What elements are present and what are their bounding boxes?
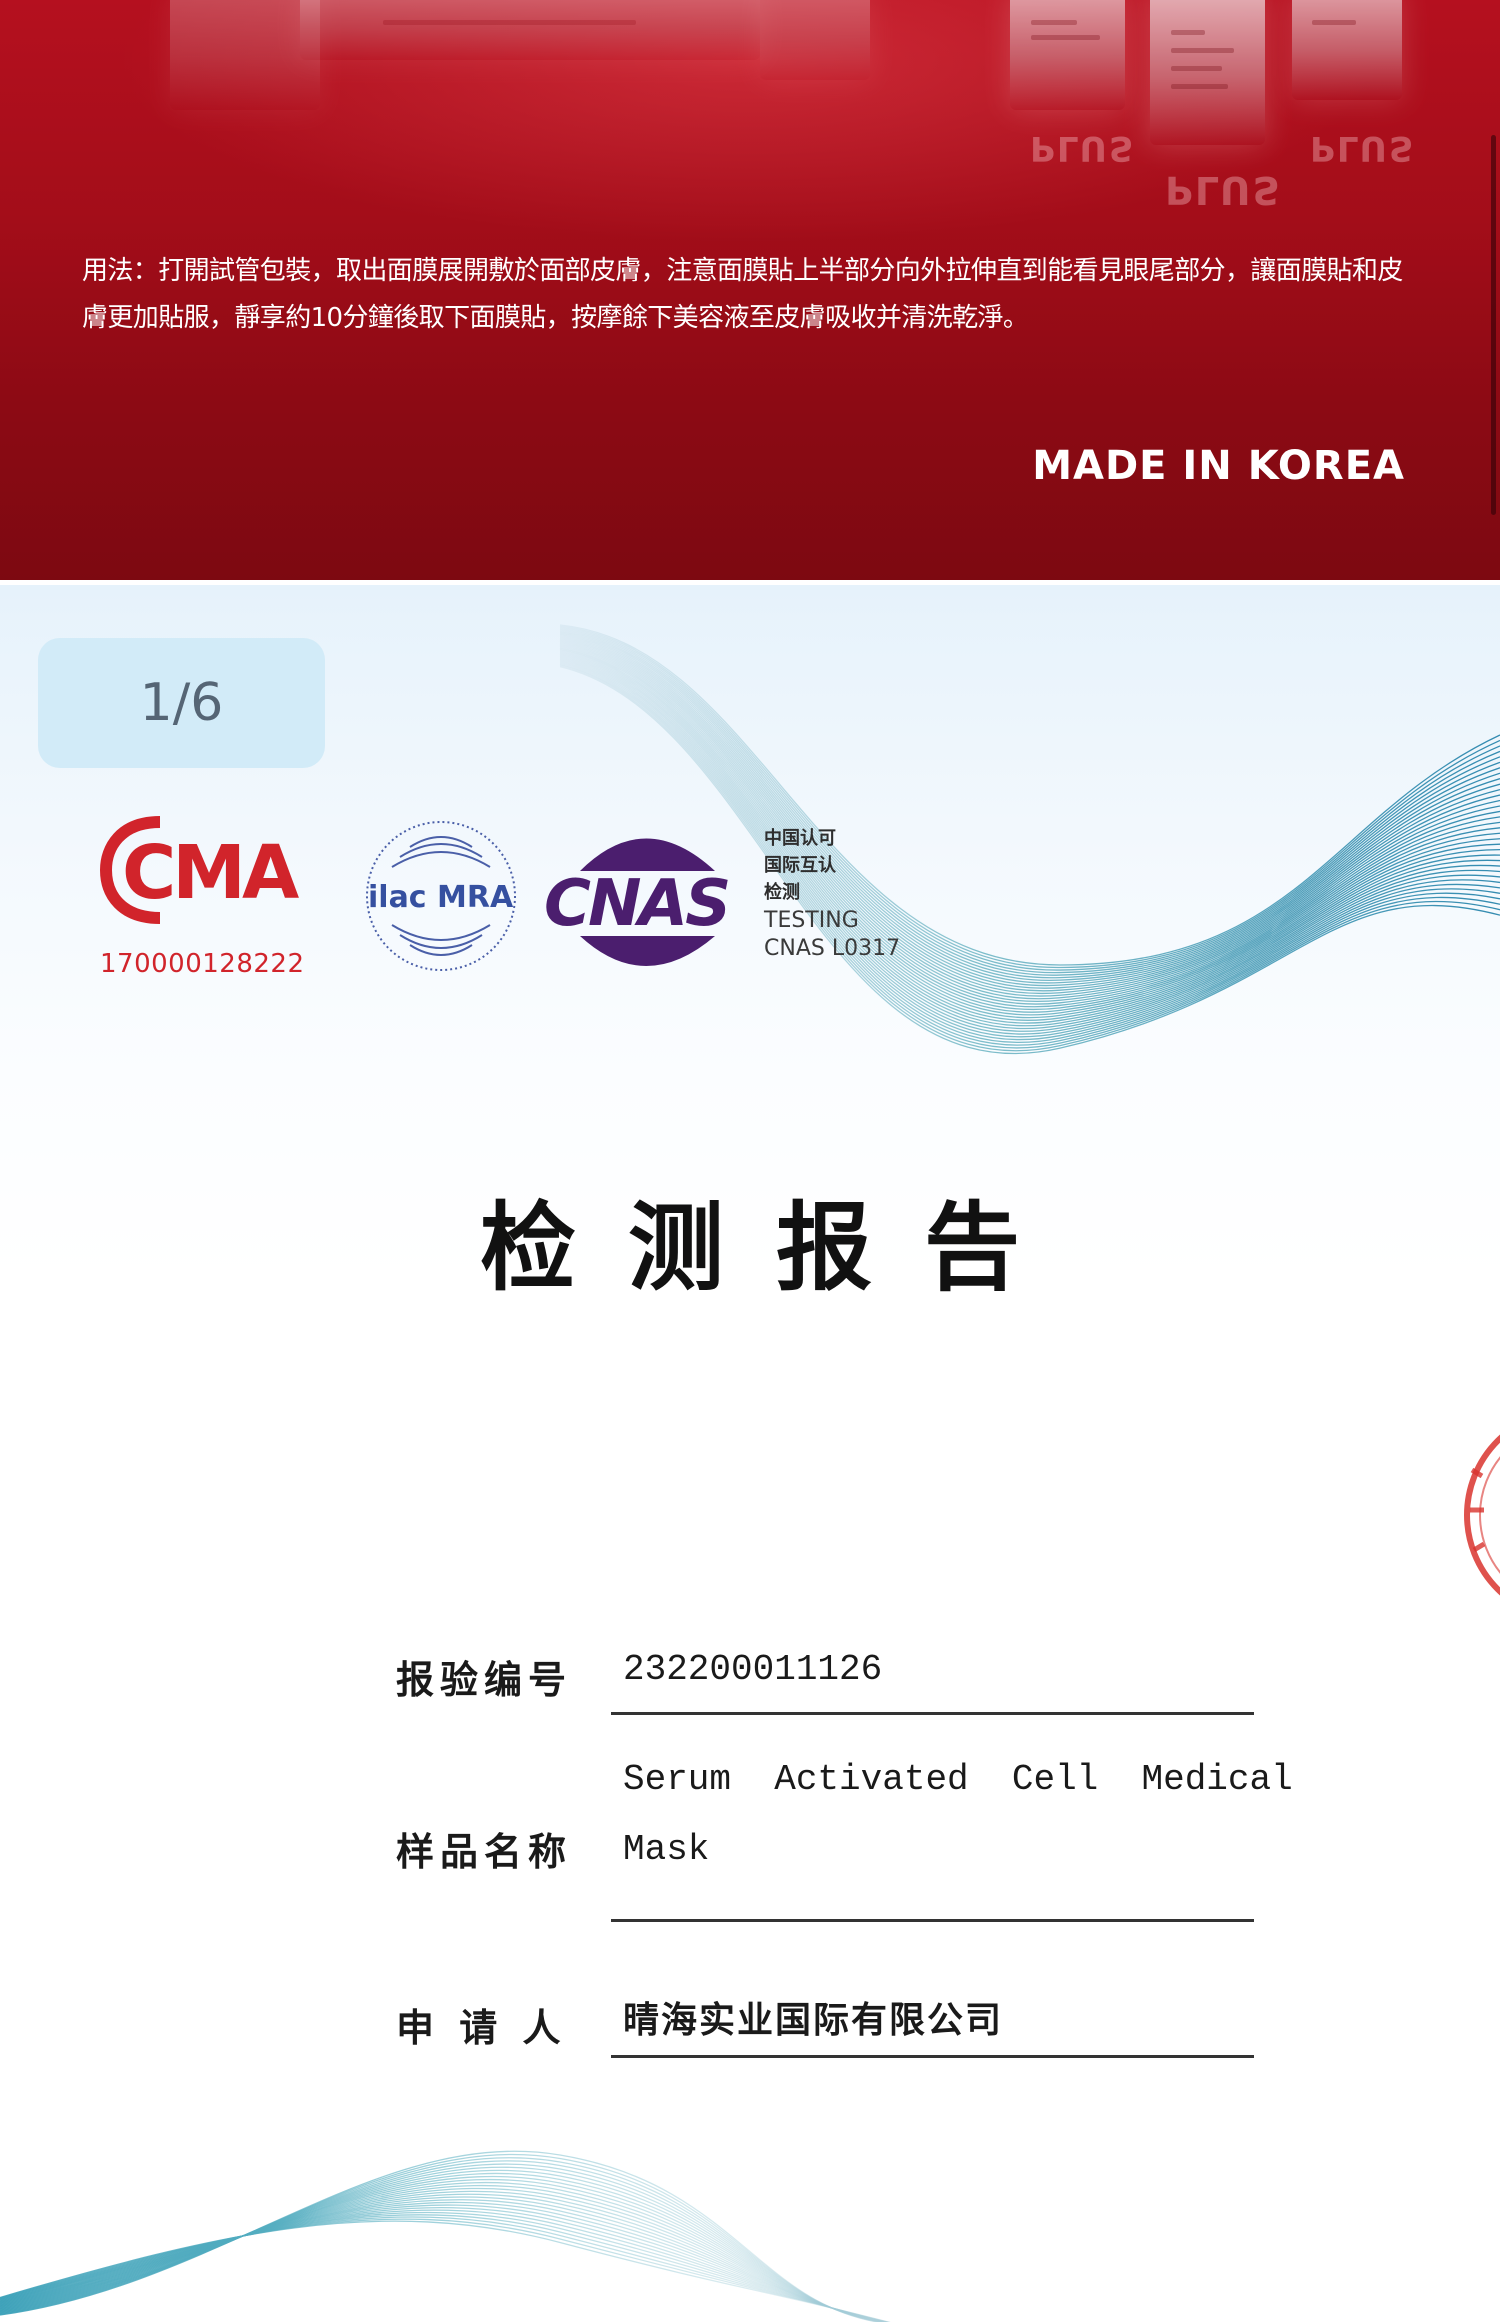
field-value-report-number: 232200011126: [623, 1649, 883, 1690]
product-box-image: [760, 0, 870, 80]
cnas-mark: CNAS: [544, 867, 728, 941]
report-title: 检测报告: [480, 1191, 1072, 1304]
wave-line: [0, 2184, 887, 2322]
wave-line: [0, 2182, 887, 2322]
product-reflection-text: PLUS: [1310, 128, 1416, 168]
field-value-applicant: 晴海实业国际有限公司: [623, 1999, 1004, 2041]
ilac-mark: ilac MRA: [368, 880, 514, 915]
cnas-logo-icon: CNAS: [544, 838, 731, 966]
field-underline: [611, 1712, 1254, 1715]
wave-line: [0, 2157, 882, 2322]
field-underline: [611, 1919, 1254, 1922]
seal-stamp-icon: [1464, 1434, 1500, 1596]
cnas-caption-line: 国际互认: [764, 855, 836, 876]
field-value-sample-name: Serum Activated Cell Medical Mask: [623, 1745, 1293, 1885]
wave-line: [0, 2163, 884, 2322]
wave-line: [0, 2160, 883, 2322]
wave-line: [0, 2166, 884, 2322]
cma-number: 170000128222: [100, 949, 305, 979]
cnas-caption-line: 检测: [764, 882, 800, 903]
sample-name-line: Mask: [623, 1829, 710, 1870]
cnas-chinese-caption: 中国认可 国际互认 检测: [764, 825, 836, 906]
field-underline: [611, 2055, 1254, 2058]
product-reflection-text: PLUS: [1165, 168, 1282, 212]
wave-line: [0, 2178, 886, 2322]
made-in-label: MADE IN KOREA: [1032, 443, 1405, 489]
usage-instructions: 用法：打開試管包裝，取出面膜展開敷於面部皮膚，注意面膜貼上半部分向外拉伸直到能看…: [82, 256, 1403, 333]
product-banner: PLUS PLUS PLUS 用法：打開試管包裝，取出面膜展開敷於面部皮膚，注意…: [0, 0, 1500, 580]
cma-mark: CMA: [122, 830, 299, 916]
page-counter: 1/6: [38, 638, 325, 768]
cma-logo-icon: CMA: [100, 816, 300, 924]
wave-line: [0, 2169, 885, 2322]
cnas-caption-line: CNAS L0317: [764, 936, 901, 961]
ilac-mra-logo-icon: ilac MRA: [366, 821, 516, 971]
product-box-image: [1150, 0, 1265, 145]
field-label-report-number: 报验编号: [396, 1657, 573, 1702]
field-label-applicant: 申 请 人: [396, 2005, 567, 2050]
wave-line: [0, 2172, 885, 2322]
product-reflection-text: PLUS: [1030, 128, 1136, 168]
sample-name-line: Serum Activated Cell Medical: [623, 1759, 1293, 1800]
field-label-sample-name: 样品名称: [396, 1829, 573, 1874]
product-box-image: [300, 0, 760, 60]
scrollbar[interactable]: [1491, 135, 1496, 515]
wave-lines-decoration: [0, 2150, 891, 2322]
product-box-image: [170, 0, 320, 110]
test-report-page: 1/6 CMA 170000128222 ilac MRA CNAS 中国认可 …: [0, 585, 1500, 2322]
cnas-caption-line: TESTING: [764, 908, 859, 933]
product-box-image: [1010, 0, 1125, 110]
cnas-english-caption: TESTING CNAS L0317: [764, 907, 900, 963]
product-box-image: [1292, 0, 1402, 100]
wave-line: [0, 2175, 886, 2322]
cnas-caption-line: 中国认可: [764, 828, 836, 849]
